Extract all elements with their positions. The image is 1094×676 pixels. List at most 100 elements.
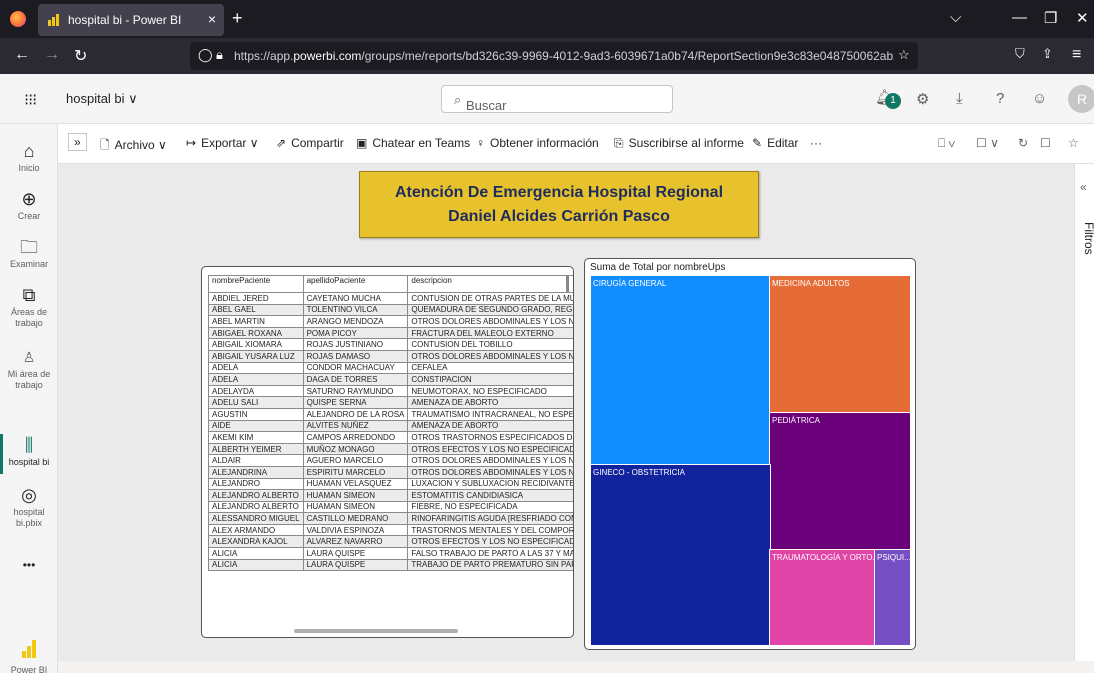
nav-item-examinar[interactable]: 🗀︎ Examinar [0, 236, 58, 270]
table-row[interactable]: ADELAYDA SATURNO RAYMUNDO NEUMOTORAX, NO E… [208, 384, 573, 398]
treemap-cell-cirugia-general[interactable]: CIRUGÍA GENERAL [590, 275, 771, 465]
nav-item-hospital-bi[interactable]: ⫼ hospital bi [0, 434, 58, 468]
favorite-star-icon[interactable]: ☆ [1068, 136, 1079, 150]
nav-more-button[interactable]: ••• [0, 559, 58, 571]
chevron-down-icon[interactable]: ⌵ [950, 9, 961, 26]
new-tab-button[interactable]: + [232, 8, 243, 29]
table-row[interactable]: ALEX ARMANDO VALDIVIA ESPINOZA TRASTORNOS … [208, 523, 573, 537]
bookmark-icon[interactable]: ⎕ ∨ [938, 136, 955, 151]
exportar-menu[interactable]: ↦ Exportar ∨ [186, 136, 259, 150]
archivo-menu[interactable]: 🗋︎ Archivo ∨ [100, 136, 167, 157]
table-row[interactable]: ALEJANDRO ALBERTO HUAMAN SIMEON ESTOMATITI… [208, 489, 573, 502]
title-line-1: Atención De Emergencia Hospital Regional [394, 184, 724, 201]
url-bar[interactable]: ◯ 🔒︎ https://app.powerbi.com/groups/me/r… [190, 42, 918, 70]
back-icon[interactable]: ← [14, 46, 30, 64]
restore-icon[interactable]: ❐ [1044, 9, 1057, 27]
column-header[interactable]: apellidoPaciente [302, 275, 409, 293]
table-cell: AIDE [208, 419, 304, 433]
refresh-icon[interactable]: ↻ [1018, 136, 1028, 150]
table-cell: CEFALEA [407, 361, 573, 375]
vertical-scrollbar[interactable] [566, 275, 569, 293]
collapse-filters-icon[interactable]: « [1080, 180, 1087, 194]
table-row[interactable]: ABIGAEL ROXANA POMA PICOY FRACTURA DEL MAL… [208, 326, 573, 340]
nav-item-hospital-pbix[interactable]: ◎ hospital bi.pbix [0, 484, 58, 529]
table-row[interactable]: ABIGAIL XIOMARA ROJAS JUSTINIANO CONTUSION… [208, 338, 573, 351]
minimize-icon[interactable]: — [1012, 9, 1027, 26]
table-row[interactable]: ALICIA LAURA QUISPE FALSO TRABAJO DE PARTO… [208, 547, 573, 560]
table-row[interactable]: AKEMI KIM CAMPOS ARREDONDO OTROS TRASTORNO… [208, 431, 573, 444]
download-icon[interactable]: ⤓ [956, 90, 963, 107]
horizontal-scrollbar[interactable] [294, 629, 458, 633]
table-row[interactable]: ALICIA LAURA QUISPE TRABAJO DE PARTO PREMA… [208, 558, 573, 572]
expand-pane-button[interactable]: » [68, 133, 87, 151]
table-row[interactable]: ABDIEL JERED CAYETANO MUCHA CONTUSION DE O… [208, 292, 573, 305]
help-icon[interactable]: ? [996, 90, 1004, 107]
table-row[interactable]: ALEXANDRA KAJOL ALVAREZ NAVARRO OTROS EFEC… [208, 535, 573, 549]
bookmark-star-icon[interactable]: ☆ [898, 47, 910, 63]
table-row[interactable]: ALEJANDRINA ESPIRITU MARCELO OTROS DOLORES… [208, 465, 573, 479]
table-row[interactable]: ADELA CONDOR MACHACUAY CEFALEA [208, 361, 573, 375]
lock-icon[interactable]: 🔒︎ [216, 47, 223, 63]
treemap-cell-gineco-obstetricia[interactable]: GINECO - OBSTETRICIA [590, 464, 771, 646]
search-input[interactable]: ⌕ Buscar [441, 85, 673, 113]
nav-item-crear[interactable]: ⊕ Crear [0, 188, 58, 222]
reload-icon[interactable]: ↻ [74, 46, 87, 66]
chatear-teams-button[interactable]: ▣ Chatear en Teams [356, 136, 470, 150]
table-row[interactable]: ALBERTH YEIMER MUÑOZ MONAGO OTROS EFECTOS … [208, 442, 573, 456]
subscribe-icon: ⎘ [614, 136, 624, 150]
pocket-icon[interactable]: ⛉ [1015, 46, 1025, 62]
settings-gear-icon[interactable]: ⚙ [916, 90, 929, 108]
table-row[interactable]: AIDE ALVITES NUÑEZ AMENAZA DE ABORTO [208, 419, 573, 433]
table-row[interactable]: ABEL MARTIN ARANGO MENDOZA OTROS DOLORES A… [208, 315, 573, 328]
table-row[interactable]: ADELU SALI QUISPE SERNA AMENAZA DE ABORTO [208, 396, 573, 409]
table-row[interactable]: ALEJANDRO HUAMAN VELASQUEZ LUXACION Y SUBL… [208, 477, 573, 491]
filters-label[interactable]: Filtros [1082, 222, 1094, 255]
close-icon[interactable]: ✕ [1076, 9, 1089, 27]
menu-icon[interactable]: ≡ [1072, 46, 1081, 64]
more-options-button[interactable]: ··· [810, 136, 822, 150]
feedback-smiley-icon[interactable]: ☺ [1032, 90, 1047, 107]
treemap-cell-pediatrica[interactable]: PEDIÁTRICA [769, 412, 911, 550]
table-cell: ARANGO MENDOZA [302, 315, 409, 328]
app-launcher-icon[interactable]: ⁝⁝⁝ [24, 90, 37, 110]
table-row[interactable]: AGUSTIN ALEJANDRO DE LA ROSA TRAUMATISMO I… [208, 407, 573, 421]
table-cell: ABIGAEL ROXANA [208, 326, 304, 340]
treemap-cell-traumatologia[interactable]: TRAUMATOLOGÍA Y ORTO... [769, 549, 875, 646]
column-header[interactable]: nombrePaciente [208, 275, 304, 293]
url-text[interactable]: https://app.powerbi.com/groups/me/report… [234, 49, 894, 63]
treemap-cell-medicina-adultos[interactable]: MEDICINA ADULTOS [769, 275, 911, 413]
nav-item-areas-de-trabajo[interactable]: ⧉ Áreas de trabajo [0, 284, 58, 329]
table-cell: ABIGAIL XIOMARA [208, 338, 304, 351]
treemap-cell-psiquiatria[interactable]: PSIQUI... [874, 549, 911, 646]
browser-tab[interactable]: hospital bi - Power BI × [38, 4, 224, 36]
firefox-logo-icon[interactable] [10, 11, 26, 27]
editar-button[interactable]: ✎ Editar [752, 136, 798, 150]
column-header[interactable]: descripcion [407, 275, 573, 293]
nav-item-inicio[interactable]: ⌂ Inicio [0, 140, 58, 174]
share-icon[interactable]: ⇪ [1042, 46, 1053, 62]
table-cell: FRACTURA DEL MALEOLO EXTERNO [407, 326, 573, 340]
view-icon[interactable]: ☐ ∨ [976, 136, 999, 150]
treemap-visual[interactable]: Suma de Total por nombreUps CIRUGÍA GENE… [584, 258, 916, 650]
tab-close-icon[interactable]: × [208, 11, 216, 27]
obtener-informacion-button[interactable]: ♀ Obtener información [476, 136, 599, 150]
shield-icon[interactable]: ◯ [198, 47, 213, 63]
table-row[interactable]: ABIGAIL YUSARA LUZ ROJAS DAMASO OTROS DOLO… [208, 349, 573, 363]
report-title-dropdown[interactable]: hospital bi ∨ [66, 91, 138, 107]
table-cell: OTROS TRASTORNOS ESPECIFICADOS DEL CARTI… [407, 431, 573, 444]
table-row[interactable]: ALDAIR AGUERO MARCELO OTROS DOLORES ABDOMI… [208, 454, 573, 467]
nav-item-mi-area[interactable]: ♙ Mi área de trabajo [0, 346, 58, 391]
comment-icon[interactable]: ☐ [1040, 136, 1051, 150]
table-row[interactable]: ABEL GAEL TOLENTINO VILCA QUEMADURA DE SEG… [208, 303, 573, 317]
table-row[interactable]: ALEJANDRO ALBERTO HUAMAN SIMEON FIEBRE, NO… [208, 500, 573, 514]
patients-table-visual[interactable]: nombrePaciente apellidoPaciente descripc… [201, 266, 574, 638]
compartir-button[interactable]: ⇗ Compartir [276, 136, 344, 150]
forward-icon[interactable]: → [44, 46, 60, 64]
avatar[interactable]: R [1068, 85, 1094, 113]
suscribirse-button[interactable]: ⎘ Suscribirse al informe [614, 136, 744, 151]
table-cell: ROJAS DAMASO [302, 349, 409, 363]
table-row[interactable]: ADELA DAGA DE TORRES CONSTIPACION [208, 373, 573, 386]
table-row[interactable]: ALESSANDRO MIGUEL CASTILLO MEDRANO RINOFAR… [208, 512, 573, 525]
table-cell: CONTUSION DEL TOBILLO [407, 338, 573, 351]
powerbi-logo-icon[interactable] [22, 640, 36, 658]
